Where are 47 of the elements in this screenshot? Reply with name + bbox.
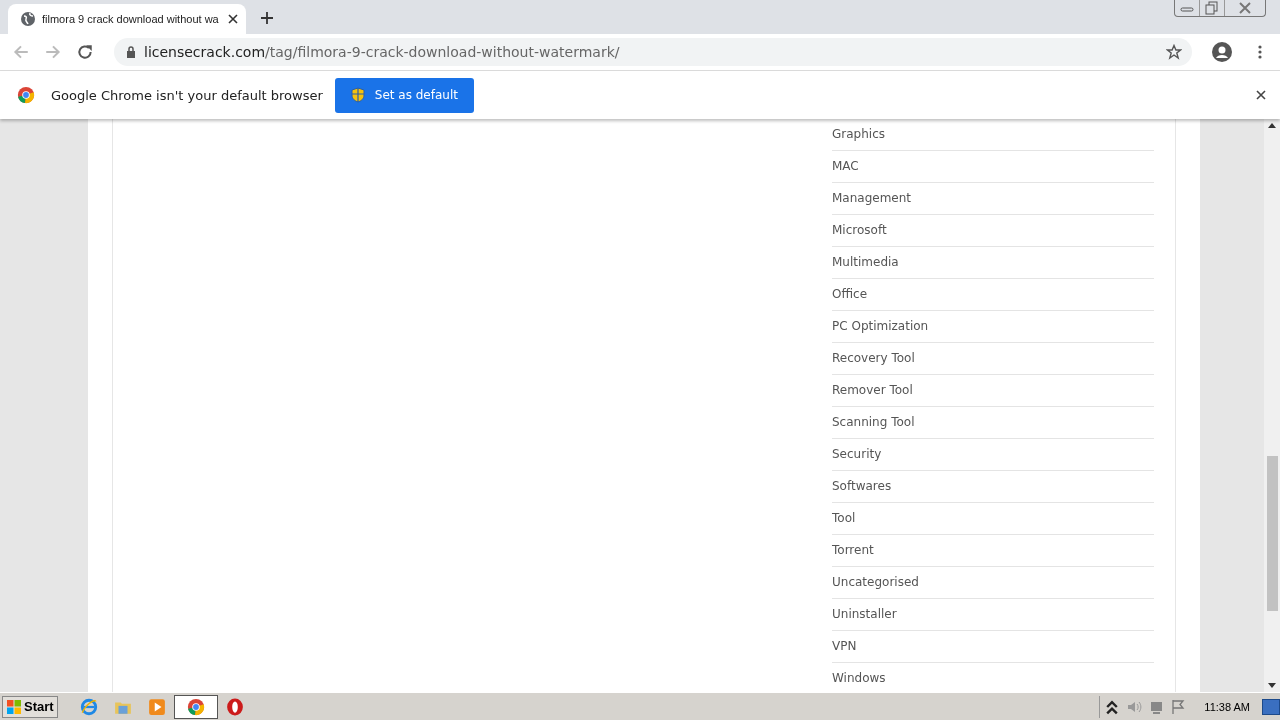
chrome-logo-icon [186,697,205,716]
set-default-button[interactable]: Set as default [334,77,474,113]
opera-icon[interactable] [225,697,244,716]
tab-title: filmora 9 crack download without wa [42,13,220,25]
scroll-thumb[interactable] [1266,456,1278,611]
category-link[interactable]: VPN [832,631,1154,663]
category-link[interactable]: Uncategorised [832,567,1154,599]
chevron-up-icon[interactable] [1104,698,1121,715]
browser-tab[interactable]: filmora 9 crack download without wa [8,4,246,34]
show-desktop-button[interactable] [1262,698,1280,715]
flag-icon[interactable] [1170,698,1187,715]
scroll-down-icon[interactable] [1268,683,1276,688]
scrollbar[interactable] [1264,119,1280,692]
category-link[interactable]: Security [832,439,1154,471]
close-icon[interactable] [228,14,238,24]
shield-icon [350,87,365,103]
clock[interactable]: 11:38 AM [1204,700,1250,713]
category-link[interactable]: Recovery Tool [832,343,1154,375]
category-link[interactable]: MAC [832,151,1154,183]
category-link[interactable]: PC Optimization [832,311,1154,343]
menu-icon[interactable] [1258,44,1262,60]
category-link[interactable]: Management [832,183,1154,215]
url-text: licensecrack.com/tag/filmora-9-crack-download-without-watermark/ [144,44,621,60]
close-icon[interactable] [1256,90,1266,100]
category-link[interactable]: Scanning Tool [832,407,1154,439]
star-icon[interactable] [1166,44,1182,60]
chrome-logo-icon [17,86,35,104]
category-link[interactable]: Torrent [832,535,1154,567]
windows-logo-icon [6,698,22,715]
new-tab-icon[interactable] [260,11,274,25]
lock-icon [126,46,136,58]
reload-icon[interactable] [76,43,94,61]
scroll-up-icon[interactable] [1268,123,1276,128]
category-link[interactable]: Softwares [832,471,1154,503]
globe-icon [20,11,36,27]
category-link[interactable]: Multimedia [832,247,1154,279]
taskbar-item[interactable] [173,694,218,719]
address-bar[interactable]: licensecrack.com/tag/filmora-9-crack-download-without-watermark/ [114,38,1192,66]
account-icon[interactable] [1212,42,1232,62]
start-button[interactable]: Start [2,695,58,718]
category-link[interactable]: Office [832,279,1154,311]
infobar-message: Google Chrome isn't your default browser [51,87,323,103]
category-link[interactable]: Remover Tool [832,375,1154,407]
category-link[interactable]: Tool [832,503,1154,535]
category-link[interactable]: Microsoft [832,215,1154,247]
category-link[interactable]: Uninstaller [832,599,1154,631]
category-link[interactable]: Graphics [832,119,1154,151]
